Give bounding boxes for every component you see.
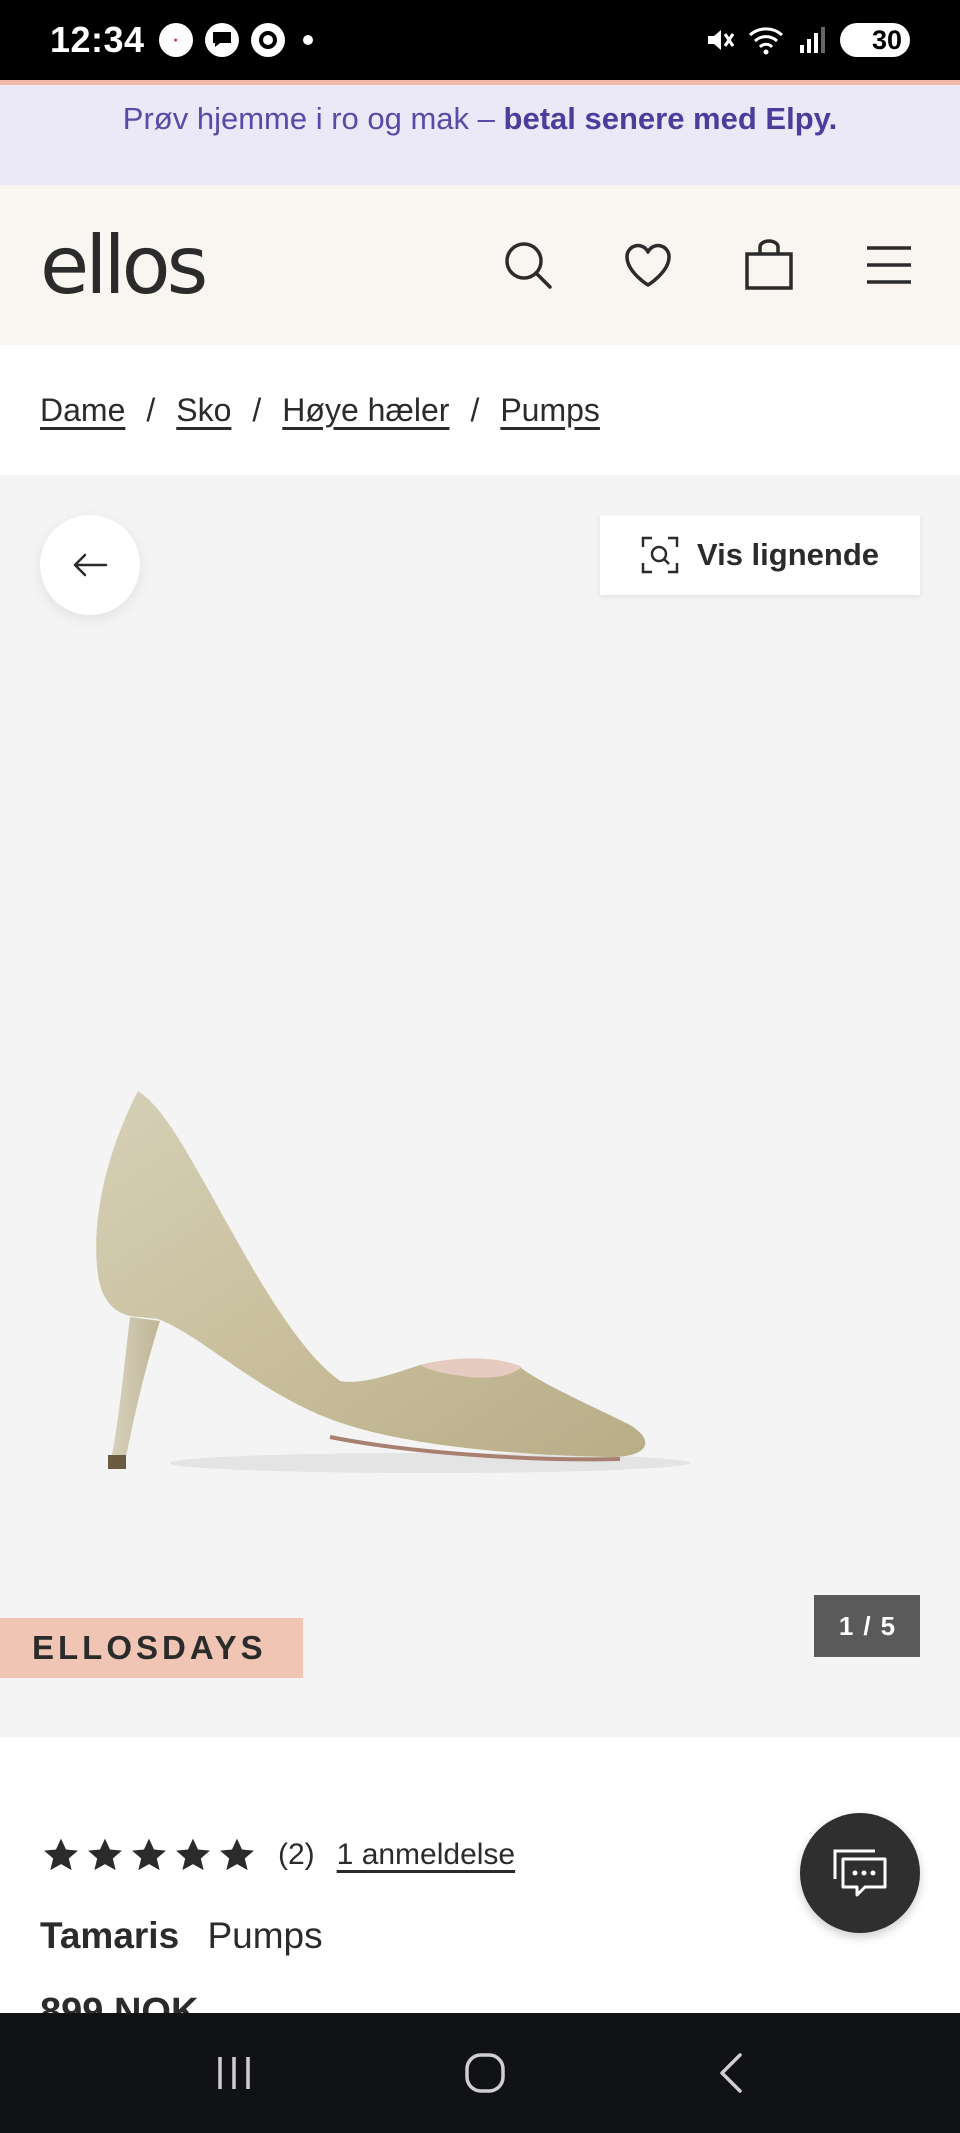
promo-text: Prøv hjemme i ro og mak – [122,101,504,136]
product-gallery[interactable]: Vis lignende ELLOSDAYS 1 / 5 [0,475,960,1737]
product-name: Pumps [207,1915,323,1956]
breadcrumb-pumps[interactable]: Pumps [500,392,600,429]
reviews-link[interactable]: 1 anmeldelse [337,1838,515,1872]
product-price: 899 NOK [40,1991,199,2013]
chat-app-icon [204,23,239,57]
heart-icon[interactable] [622,239,674,291]
breadcrumb: Dame / Sko / Høye hæler / Pumps [0,345,960,475]
notification-icons: ● [158,23,313,57]
breadcrumb-separator: / [146,391,156,428]
breadcrumb-separator: / [470,391,480,428]
chat-icon [833,1849,887,1897]
product-image[interactable] [90,1085,770,1485]
header-actions [502,238,914,292]
breadcrumb-dame[interactable]: Dame [40,392,125,429]
linkc-app-icon: ● [158,23,193,57]
search-icon[interactable] [502,239,554,291]
site-header: ellos [0,185,960,345]
product-brand[interactable]: Tamaris [40,1915,179,1956]
star-icon [176,1838,210,1871]
back-icon[interactable] [716,2051,746,2095]
mute-icon [708,30,734,50]
product-rating[interactable]: (2) 1 anmeldelse [42,1837,515,1873]
show-similar-label: Vis lignende [696,537,880,572]
bag-icon[interactable] [742,238,796,292]
chat-button[interactable] [800,1813,920,1933]
breadcrumb-separator: / [252,391,262,428]
counter-separator: / [863,1610,871,1641]
more-notifications-dot [302,35,313,45]
image-counter: 1 / 5 [814,1595,920,1657]
arrow-left-icon [73,553,108,577]
show-similar-button[interactable]: Vis lignende [600,515,920,595]
counter-total: 5 [880,1610,896,1641]
battery-indicator: 30 [840,23,910,57]
signal-icon [800,27,825,53]
star-icon [220,1838,254,1871]
rating-stars [42,1837,256,1873]
wifi-icon [749,27,783,55]
recent-apps-icon[interactable] [214,2053,254,2093]
ellos-logo[interactable]: ellos [40,219,208,312]
star-icon [88,1838,122,1871]
back-button[interactable] [40,515,140,615]
product-title: Tamaris Pumps [40,1915,323,1957]
product-info: (2) 1 anmeldelse Tamaris Pumps 899 NOK [0,1737,960,2013]
promo-highlight[interactable]: betal senere med Elpy. [504,101,838,136]
promo-banner[interactable]: Prøv hjemme i ro og mak – betal senere m… [0,80,960,185]
reviews-count: (2) [278,1838,315,1871]
star-icon [44,1838,78,1871]
ellosdays-badge: ELLOSDAYS [0,1618,303,1678]
circle-app-icon [250,23,285,57]
system-nav-bar [0,2013,960,2133]
battery-level: 30 [871,24,902,55]
menu-icon[interactable] [864,243,914,287]
breadcrumb-sko[interactable]: Sko [176,392,231,429]
system-status-icons: 30 [704,23,910,57]
breadcrumb-hoye-haeler[interactable]: Høye hæler [282,392,449,429]
status-bar: 12:34 ● 30 [0,0,960,80]
visual-search-icon [641,536,679,574]
home-icon[interactable] [463,2051,507,2095]
star-icon [132,1838,166,1871]
status-time: 12:34 [50,19,145,60]
counter-current: 1 [838,1610,854,1641]
